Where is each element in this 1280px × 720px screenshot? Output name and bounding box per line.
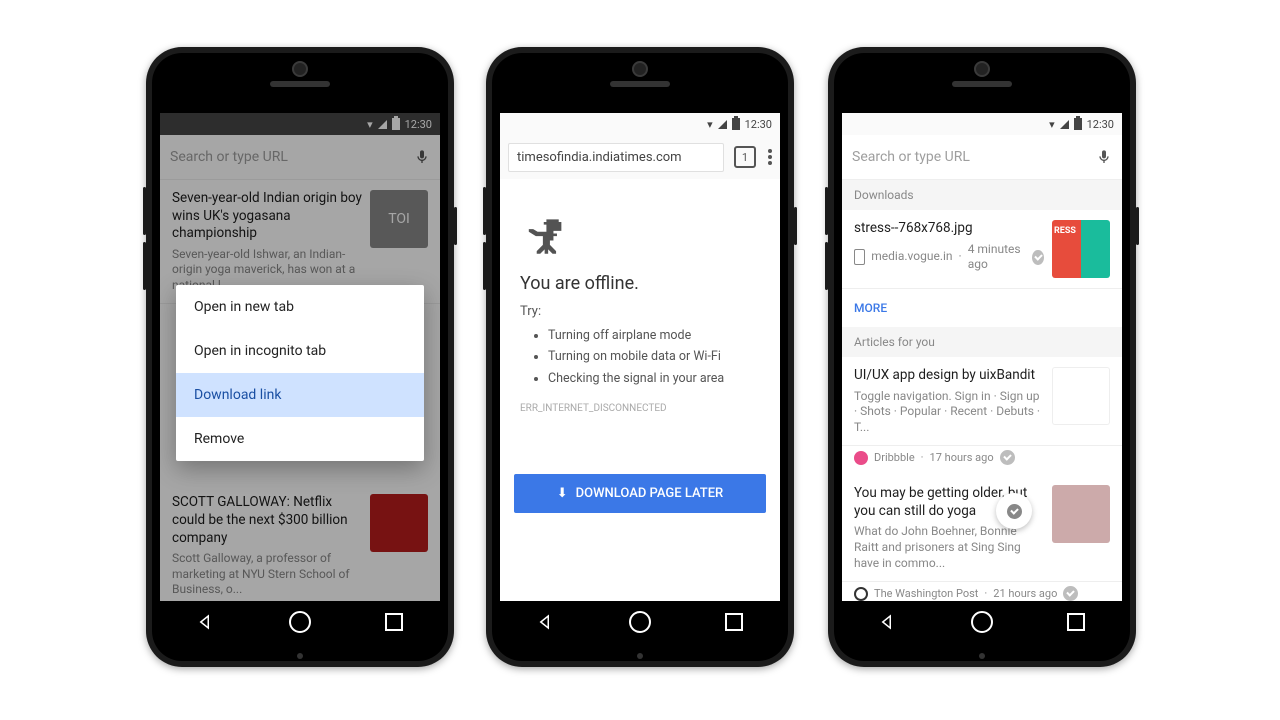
more-link[interactable]: MORE [842, 289, 1122, 327]
home-icon[interactable] [971, 611, 993, 633]
signal-icon [1060, 120, 1069, 129]
phone-left: ▾ 12:30 Search or type URL Seven-year-ol… [146, 47, 454, 667]
back-icon[interactable] [537, 613, 555, 631]
downloaded-badge-icon [1063, 586, 1078, 601]
article-card[interactable]: UI/UX app design by uixBandit Toggle nav… [842, 357, 1122, 446]
back-icon[interactable] [197, 613, 215, 631]
dino-icon [520, 215, 564, 259]
download-fab[interactable] [996, 493, 1032, 529]
phone-right: ▾ 12:30 Search or type URL Downloads str… [828, 47, 1136, 667]
article-snippet: What do John Boehner, Bonnie Raitt and p… [854, 524, 1044, 571]
status-bar: ▾ 12:30 [500, 113, 780, 135]
source-logo-icon [854, 451, 868, 465]
screen-downloads-feed: ▾ 12:30 Search or type URL Downloads str… [842, 113, 1122, 601]
articles-header: Articles for you [842, 327, 1122, 357]
home-icon[interactable] [629, 611, 651, 633]
recents-icon[interactable] [385, 613, 403, 631]
article-card[interactable]: You may be getting older, but you can st… [842, 475, 1122, 582]
omnibox[interactable]: Search or type URL [842, 135, 1122, 180]
downloads-header: Downloads [842, 180, 1122, 210]
menu-open-new-tab[interactable]: Open in new tab [176, 285, 424, 329]
battery-icon [732, 118, 740, 130]
offline-heading: You are offline. [520, 273, 760, 294]
screen-feed-with-menu: ▾ 12:30 Search or type URL Seven-year-ol… [160, 113, 440, 601]
address-bar[interactable]: timesofindia.indiatimes.com [508, 143, 724, 172]
tab-switcher[interactable]: 1 [734, 146, 756, 168]
mic-icon[interactable] [1096, 149, 1112, 165]
omnibox-placeholder: Search or type URL [852, 149, 1096, 165]
tip-item: Turning off airplane mode [548, 325, 760, 346]
home-icon[interactable] [289, 611, 311, 633]
context-menu: Open in new tab Open in incognito tab Do… [176, 285, 424, 461]
clock-text: 12:30 [745, 118, 772, 131]
wifi-icon: ▾ [1049, 118, 1055, 131]
tip-item: Turning on mobile data or Wi-Fi [548, 346, 760, 367]
file-icon [854, 249, 865, 265]
article-thumbnail [1052, 367, 1110, 425]
download-page-later-button[interactable]: ⬇DOWNLOAD PAGE LATER [514, 474, 766, 513]
check-icon [1007, 504, 1022, 519]
tips-list: Turning off airplane mode Turning on mob… [520, 325, 760, 389]
source-logo-icon [854, 587, 868, 601]
try-label: Try: [520, 304, 760, 319]
android-nav-bar [842, 601, 1122, 643]
download-filename: stress--768x768.jpg [854, 220, 1044, 238]
clock-text: 12:30 [1087, 118, 1114, 131]
recents-icon[interactable] [725, 613, 743, 631]
article-meta: The Washington Post · 21 hours ago [842, 582, 1122, 601]
download-icon: ⬇ [557, 486, 568, 501]
android-nav-bar [160, 601, 440, 643]
back-icon[interactable] [879, 613, 897, 631]
menu-download-link[interactable]: Download link [176, 373, 424, 417]
tip-item: Checking the signal in your area [548, 368, 760, 389]
download-thumbnail [1052, 220, 1110, 278]
overflow-menu-icon[interactable] [768, 149, 772, 165]
recents-icon[interactable] [1067, 613, 1085, 631]
downloaded-badge-icon [1032, 250, 1044, 265]
downloaded-badge-icon [1000, 450, 1015, 465]
wifi-icon: ▾ [707, 118, 713, 131]
article-title: UI/UX app design by uixBandit [854, 367, 1044, 385]
article-thumbnail [1052, 485, 1110, 543]
status-bar: ▾ 12:30 [842, 113, 1122, 135]
article-meta: Dribbble · 17 hours ago [842, 446, 1122, 475]
menu-remove[interactable]: Remove [176, 417, 424, 461]
phone-center: ▾ 12:30 timesofindia.indiatimes.com 1 Yo… [486, 47, 794, 667]
error-code: ERR_INTERNET_DISCONNECTED [500, 389, 780, 428]
screen-offline: ▾ 12:30 timesofindia.indiatimes.com 1 Yo… [500, 113, 780, 601]
battery-icon [1074, 118, 1082, 130]
signal-icon [718, 120, 727, 129]
article-snippet: Toggle navigation. Sign in · Sign up · S… [854, 389, 1044, 436]
browser-toolbar: timesofindia.indiatimes.com 1 [500, 135, 780, 179]
download-item[interactable]: stress--768x768.jpg media.vogue.in · 4 m… [842, 210, 1122, 289]
menu-open-incognito[interactable]: Open in incognito tab [176, 329, 424, 373]
android-nav-bar [500, 601, 780, 643]
